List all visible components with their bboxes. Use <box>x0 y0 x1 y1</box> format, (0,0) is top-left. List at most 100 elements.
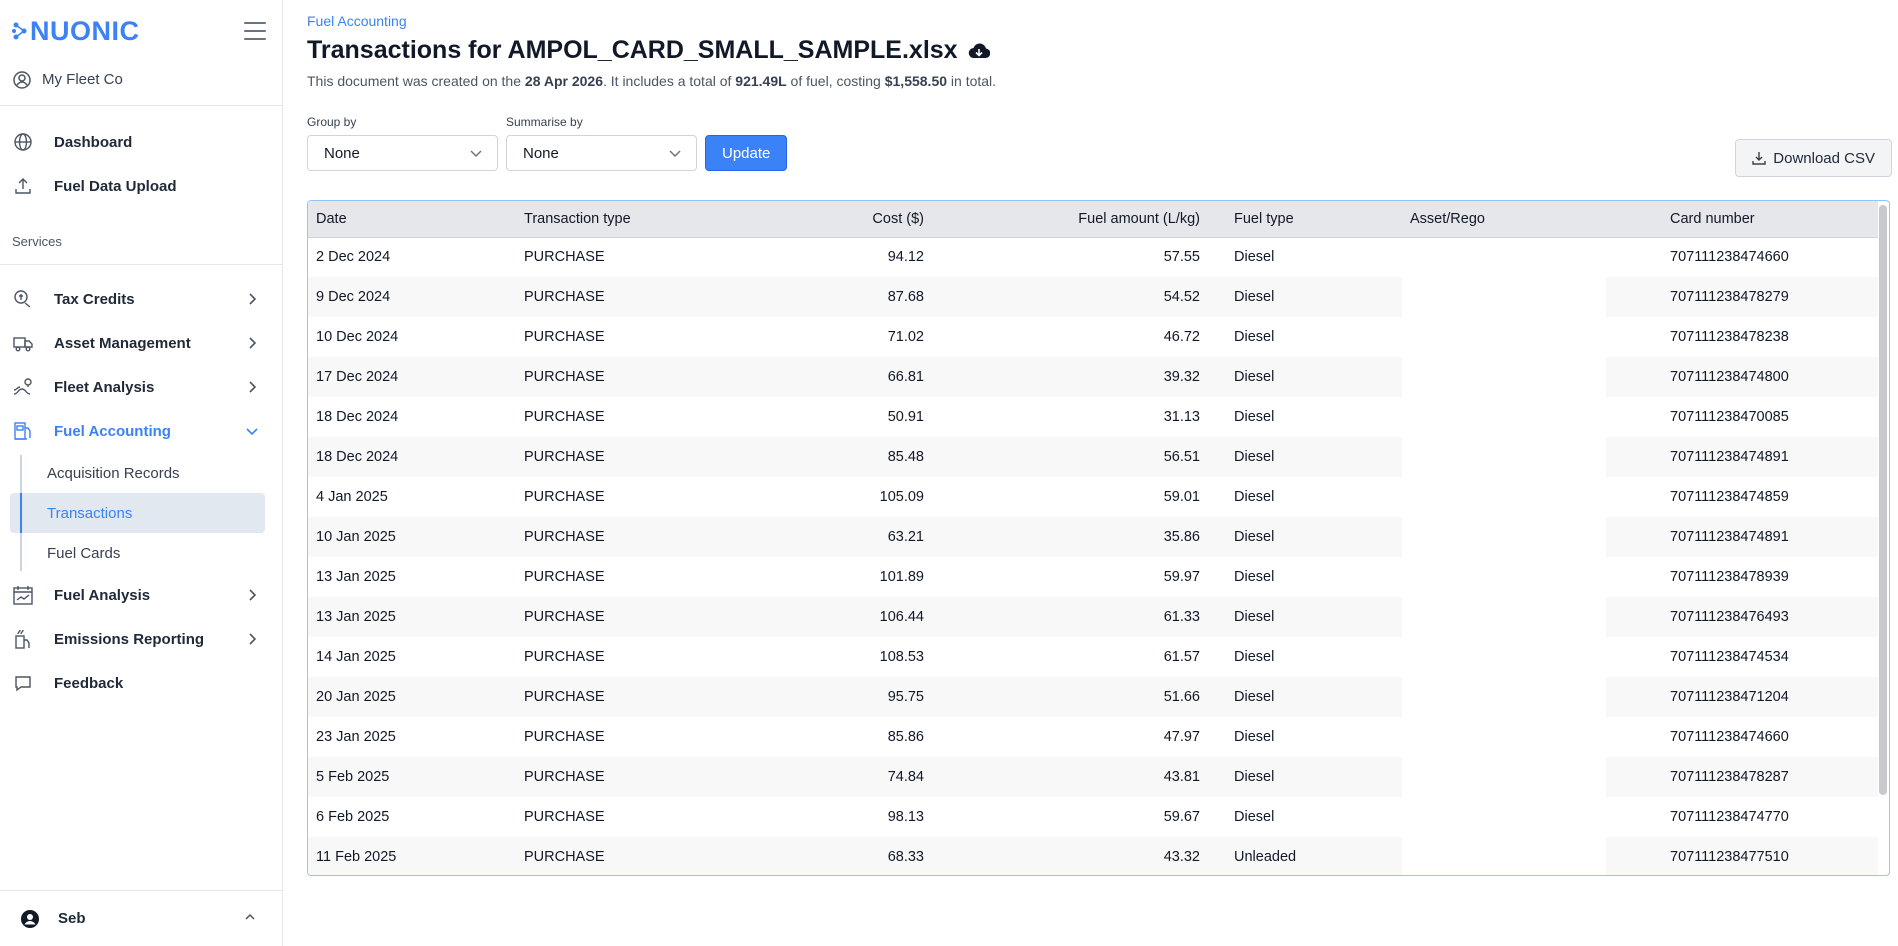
table-row[interactable]: 23 Jan 2025 PURCHASE 85.86 47.97 Diesel 70711… <box>308 717 1878 757</box>
cell-card-number: 707111238477510 <box>1606 837 1878 875</box>
sidebar-item-dashboard[interactable]: Dashboard <box>0 120 282 164</box>
cell-cost: 66.81 <box>724 357 932 397</box>
sidebar-item-label: Dashboard <box>54 133 133 151</box>
cell-fuel-amount: 59.67 <box>1163 809 1200 825</box>
table-row[interactable]: 6 Feb 2025 PURCHASE 98.13 59.67 Diesel 707111… <box>308 797 1878 837</box>
sidebar: NUONIC My Fleet Co Dashboard Fuel Data U… <box>0 0 283 946</box>
nuonic-logo-icon <box>12 22 27 40</box>
summarise-by-value: None <box>523 144 559 162</box>
table-row[interactable]: 20 Jan 2025 PURCHASE 95.75 51.66 Diesel 70711… <box>308 677 1878 717</box>
cell-card-number: 707111238474534 <box>1670 649 1789 665</box>
column-header-fuel-type[interactable]: Fuel type <box>1224 201 1402 238</box>
cell-asset-rego <box>1402 237 1606 277</box>
table-row[interactable]: 9 Dec 2024 PURCHASE 87.68 54.52 Diesel 707111… <box>308 277 1878 317</box>
cell-fuel-amount: 61.33 <box>932 597 1224 637</box>
table-row[interactable]: 18 Dec 2024 PURCHASE 50.91 31.13 Diesel 70711… <box>308 397 1878 437</box>
breadcrumb[interactable]: Fuel Accounting <box>307 13 1878 29</box>
cell-cost: 85.86 <box>887 729 924 745</box>
chevron-down-icon <box>669 150 681 158</box>
subnav-item-acquisition-records[interactable]: Acquisition Records <box>10 453 265 493</box>
table-row[interactable]: 13 Jan 2025 PURCHASE 106.44 61.33 Diesel 7071… <box>308 597 1878 637</box>
org-switcher[interactable]: My Fleet Co <box>0 62 282 106</box>
logo[interactable]: NUONIC <box>12 16 140 47</box>
summarise-by-select[interactable]: None <box>506 135 697 171</box>
chevron-down-icon <box>246 428 258 436</box>
column-header-cost[interactable]: Cost ($) <box>724 201 932 238</box>
download-csv-button[interactable]: Download CSV <box>1735 139 1892 177</box>
subnav-item-transactions[interactable]: Transactions <box>10 493 265 533</box>
column-header-asset-rego[interactable]: Asset/Rego <box>1402 201 1606 238</box>
column-header-transaction-type[interactable]: Transaction type <box>516 201 724 238</box>
sidebar-item-emissions-reporting[interactable]: Emissions Reporting <box>0 617 282 661</box>
sidebar-item-fuel-analysis[interactable]: Fuel Analysis <box>0 573 282 617</box>
cell-asset-rego <box>1402 717 1606 757</box>
cell-transaction-type: PURCHASE <box>516 277 724 317</box>
cloud-download-icon[interactable] <box>968 42 990 60</box>
cell-transaction-type: PURCHASE <box>516 357 724 397</box>
table-row[interactable]: 17 Dec 2024 PURCHASE 66.81 39.32 Diesel 70711… <box>308 357 1878 397</box>
column-header-card-number[interactable]: Card number <box>1606 201 1878 238</box>
cell-date: 14 Jan 2025 <box>316 649 396 665</box>
cell-cost: 63.21 <box>724 517 932 557</box>
subnav-item-fuel-cards[interactable]: Fuel Cards <box>10 533 265 573</box>
cell-asset-rego <box>1402 317 1606 357</box>
cell-date: 20 Jan 2025 <box>308 677 516 717</box>
user-avatar-icon <box>21 909 39 928</box>
cell-asset-rego <box>1402 837 1606 875</box>
cell-date: 18 Dec 2024 <box>316 409 399 425</box>
logo-text: NUONIC <box>30 15 140 46</box>
table-row[interactable]: 11 Feb 2025 PURCHASE 68.33 43.32 Unleaded 707… <box>308 837 1878 875</box>
table-row[interactable]: 18 Dec 2024 PURCHASE 85.48 56.51 Diesel 70711… <box>308 437 1878 477</box>
sidebar-item-asset-management[interactable]: Asset Management <box>0 321 282 365</box>
cell-fuel-type: Diesel <box>1224 757 1402 797</box>
cell-fuel-amount: 56.51 <box>932 437 1224 477</box>
column-header-date[interactable]: Date <box>308 201 516 238</box>
cell-transaction-type: PURCHASE <box>516 597 724 637</box>
upload-icon <box>12 175 34 197</box>
user-menu[interactable]: Seb <box>0 890 282 946</box>
cell-card-number: 707111238474770 <box>1670 809 1789 825</box>
group-by-select[interactable]: None <box>307 135 498 171</box>
summarise-by-label: Summarise by <box>506 115 583 129</box>
group-by-control: Group by None <box>307 115 498 171</box>
table-row[interactable]: 10 Dec 2024 PURCHASE 71.02 46.72 Diesel 70711… <box>308 317 1878 357</box>
sidebar-item-fuel-accounting[interactable]: Fuel Accounting <box>0 409 282 453</box>
table-row[interactable]: 4 Jan 2025 PURCHASE 105.09 59.01 Diesel 70711… <box>308 477 1878 517</box>
cell-cost: 105.09 <box>879 489 924 505</box>
cell-card-number: 707111238478238 <box>1670 329 1789 345</box>
sidebar-item-feedback[interactable]: Feedback <box>0 661 282 705</box>
cell-transaction-type: PURCHASE <box>516 757 724 797</box>
table-row[interactable]: 2 Dec 2024 PURCHASE 94.12 57.55 Diesel 707111… <box>308 237 1878 277</box>
cell-fuel-type: Diesel <box>1224 437 1402 477</box>
menu-toggle-icon[interactable] <box>244 22 266 40</box>
sidebar-item-fuel-data-upload[interactable]: Fuel Data Upload <box>0 164 282 208</box>
cell-date: 2 Dec 2024 <box>316 249 391 266</box>
summarise-by-control: Summarise by None <box>506 115 697 171</box>
cell-date: 11 Feb 2025 <box>308 837 516 875</box>
org-icon <box>13 70 31 89</box>
cell-transaction-type: PURCHASE <box>524 329 605 345</box>
cell-asset-rego <box>1402 757 1606 797</box>
table-row[interactable]: 13 Jan 2025 PURCHASE 101.89 59.97 Diesel 7071… <box>308 557 1878 597</box>
cell-fuel-amount: 39.32 <box>932 357 1224 397</box>
sidebar-item-label: Emissions Reporting <box>54 630 205 648</box>
org-name: My Fleet Co <box>42 71 123 88</box>
cell-date: 4 Jan 2025 <box>316 489 388 505</box>
cell-transaction-type: PURCHASE <box>516 677 724 717</box>
table-row[interactable]: 14 Jan 2025 PURCHASE 108.53 61.57 Diesel 7071… <box>308 637 1878 677</box>
cell-fuel-amount: 57.55 <box>1163 249 1200 266</box>
column-header-fuel-amount[interactable]: Fuel amount (L/kg) <box>932 201 1224 238</box>
cell-cost: 98.13 <box>887 809 924 825</box>
update-button[interactable]: Update <box>705 135 788 171</box>
cell-date: 5 Feb 2025 <box>308 757 516 797</box>
sidebar-item-fleet-analysis[interactable]: Fleet Analysis <box>0 365 282 409</box>
table-row[interactable]: 5 Feb 2025 PURCHASE 74.84 43.81 Diesel 707111… <box>308 757 1878 797</box>
table-scrollbar[interactable] <box>1879 205 1887 795</box>
cell-cost: 101.89 <box>879 569 924 585</box>
sidebar-item-label: Fleet Analysis <box>54 378 155 396</box>
sidebar-item-tax-credits[interactable]: Tax Credits <box>0 277 282 321</box>
table-row[interactable]: 10 Jan 2025 PURCHASE 63.21 35.86 Diesel 70711… <box>308 517 1878 557</box>
fuel-pump-icon <box>12 420 34 442</box>
cell-date: 9 Dec 2024 <box>308 277 516 317</box>
chevron-right-icon <box>249 293 257 305</box>
